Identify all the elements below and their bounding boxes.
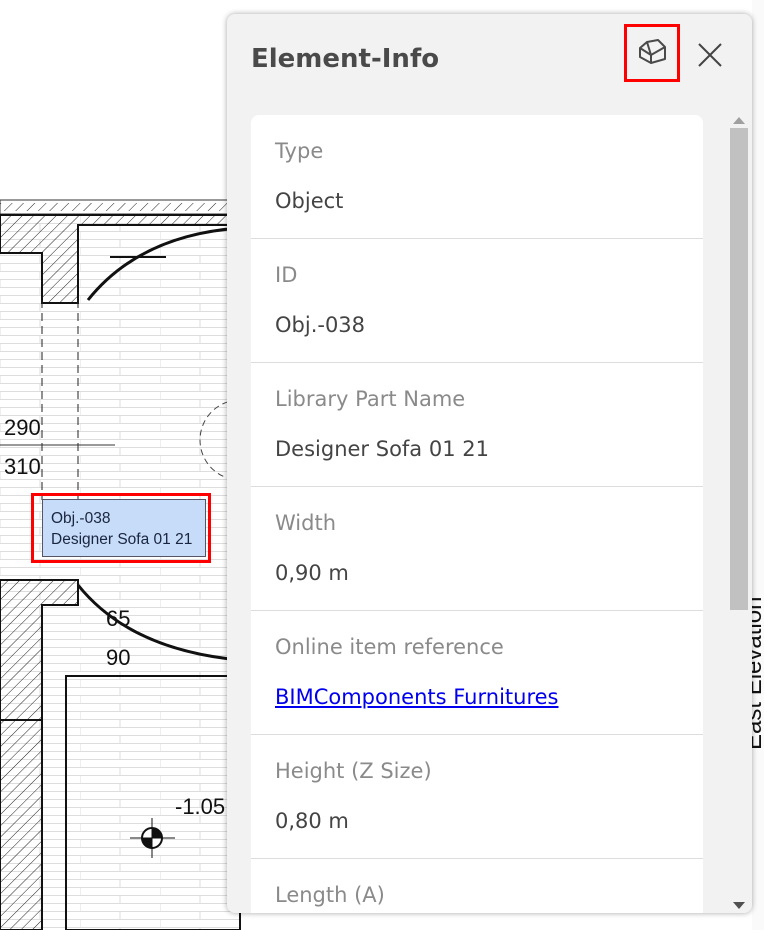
property-value: Object: [275, 189, 344, 213]
property-label: Library Part Name: [275, 387, 466, 411]
property-label: Width: [275, 511, 337, 535]
property-row-online-item-reference: Online item reference BIMComponents Furn…: [251, 611, 703, 735]
3d-box-icon: [639, 39, 666, 64]
scrollbar-thumb[interactable]: [730, 128, 748, 610]
show-in-3d-button[interactable]: [624, 24, 680, 82]
property-label: Length (A): [275, 883, 385, 907]
property-label: Online item reference: [275, 635, 504, 659]
property-label: Type: [275, 139, 324, 163]
selection-highlight: [31, 493, 211, 563]
property-label: ID: [275, 263, 298, 287]
property-row-type: Type Object: [251, 115, 703, 239]
scrollbar[interactable]: [729, 110, 749, 913]
properties-list: Type Object ID Obj.-038 Library Part Nam…: [251, 115, 703, 913]
online-item-reference-link[interactable]: BIMComponents Furnitures: [275, 685, 558, 709]
dimension-label: 65: [106, 606, 131, 631]
property-label: Height (Z Size): [275, 759, 432, 783]
property-row-id: ID Obj.-038: [251, 239, 703, 363]
dimension-label: 310: [4, 454, 41, 479]
close-button[interactable]: [693, 38, 727, 72]
property-value: Designer Sofa 01 21: [275, 437, 489, 461]
property-row-width: Width 0,90 m: [251, 487, 703, 611]
dimension-label: 90: [106, 645, 131, 670]
panel-title: Element-Info: [251, 44, 440, 74]
property-value: 0,80 m: [275, 809, 349, 833]
scroll-down-arrow-icon[interactable]: [733, 902, 745, 909]
property-row-length: Length (A): [251, 859, 703, 909]
property-value: Obj.-038: [275, 313, 366, 337]
property-value: 0,90 m: [275, 561, 349, 585]
elevation-label: -1.05: [175, 794, 226, 819]
property-row-height: Height (Z Size) 0,80 m: [251, 735, 703, 859]
dimension-label: 290: [4, 415, 41, 440]
element-info-panel: Element-Info Type Object ID Obj.-038 Lib…: [227, 14, 752, 913]
scroll-up-arrow-icon[interactable]: [733, 117, 745, 124]
property-row-library-part-name: Library Part Name Designer Sofa 01 21: [251, 363, 703, 487]
close-icon: [698, 43, 722, 67]
